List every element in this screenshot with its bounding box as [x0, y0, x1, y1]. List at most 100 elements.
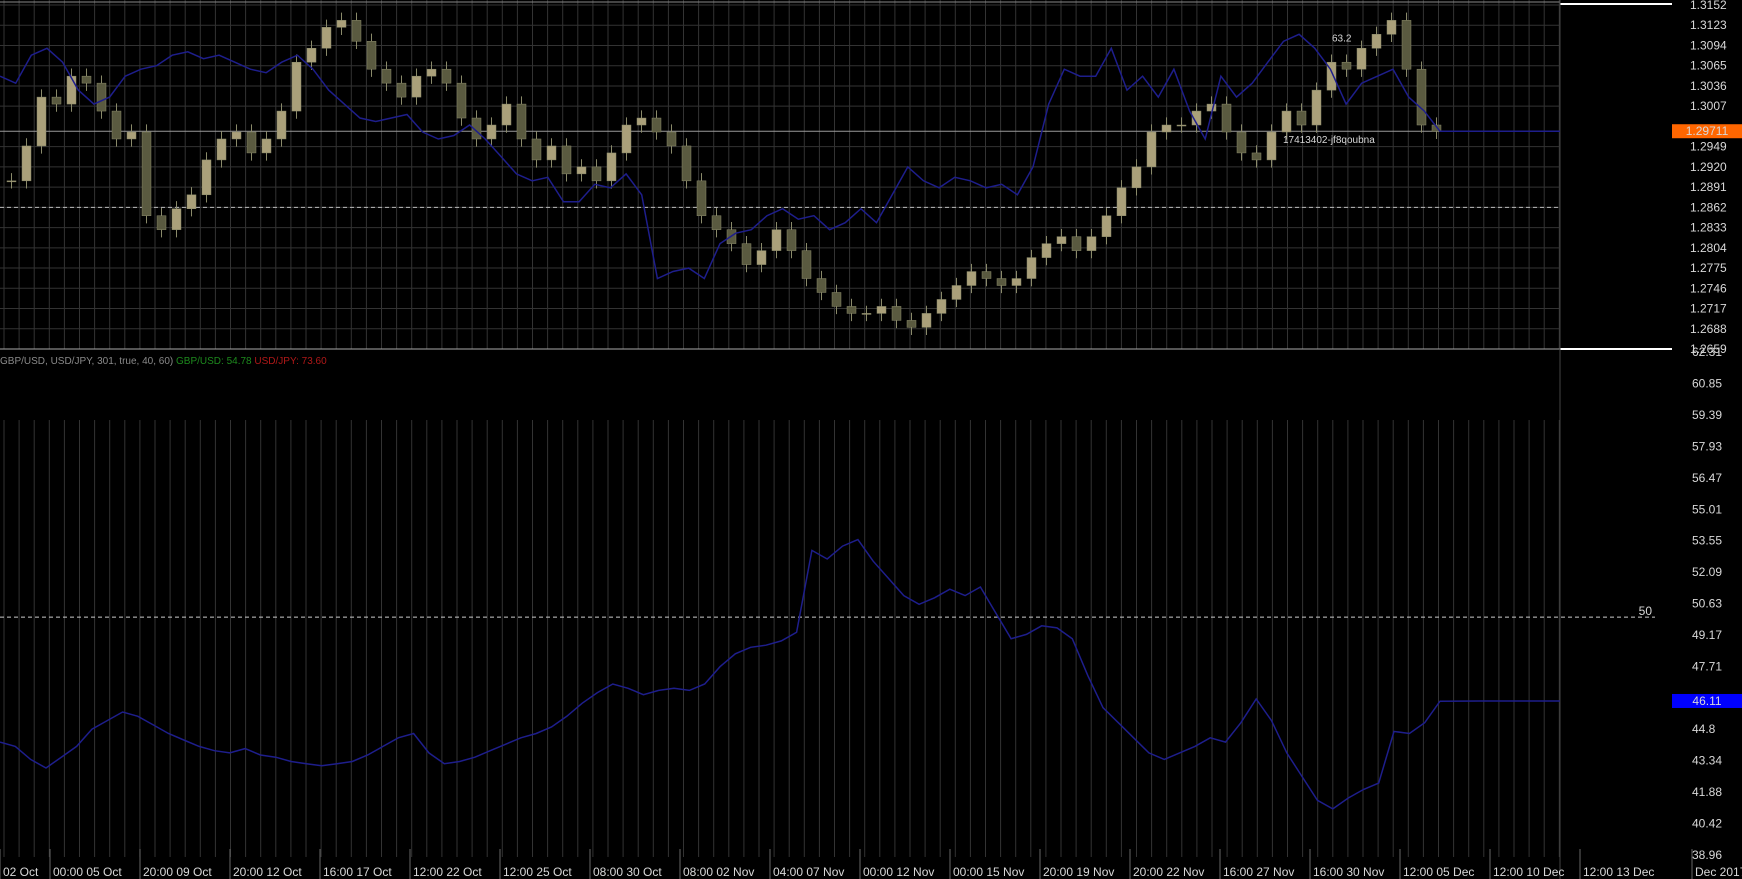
candle-body	[831, 292, 842, 307]
candle-body	[1311, 89, 1322, 126]
candle-body	[351, 20, 362, 42]
x-axis-tick-label: 04:00 07 Nov	[773, 865, 844, 879]
candle-body	[531, 138, 542, 161]
price-axis-tick: 1.2949	[1690, 140, 1727, 154]
candle-body	[426, 68, 437, 77]
candle-body	[381, 68, 392, 84]
candle-body	[246, 131, 257, 154]
candle-body	[876, 306, 887, 314]
indicator-axis-tick: 49.17	[1692, 628, 1722, 642]
candle-body	[546, 145, 557, 161]
price-axis-tick: 1.2891	[1690, 180, 1727, 194]
candle-body	[591, 166, 602, 182]
candle-body	[1281, 110, 1292, 133]
candle-body	[306, 48, 317, 63]
indicator-axis-tick: 53.55	[1692, 534, 1722, 548]
candle-body	[96, 82, 107, 112]
candle-body	[1386, 20, 1397, 35]
candle-body	[1086, 236, 1097, 251]
candle-body	[636, 117, 647, 126]
price-axis-tick: 1.2688	[1690, 322, 1727, 336]
price-axis-tick: 1.2746	[1690, 281, 1727, 295]
x-axis-tick-label: 00:00 12 Nov	[863, 865, 934, 879]
candle-body	[276, 110, 287, 140]
candle-body	[1176, 124, 1187, 127]
candle-body	[1131, 166, 1142, 189]
candle-body	[1371, 34, 1382, 49]
indicator-axis-tick: 38.96	[1692, 848, 1722, 862]
candle-body	[81, 75, 92, 84]
candle-body	[651, 117, 662, 133]
candle-body	[996, 278, 1007, 286]
chart-canvas[interactable]: 63.2 17413402-jf8qoubna 1.3152 1.3123 1.3094…	[0, 0, 1742, 879]
price-axis-tick: 1.3036	[1690, 79, 1727, 93]
indicator-axis-tick: 47.71	[1692, 660, 1722, 674]
candle-body	[516, 103, 527, 140]
candle-body	[171, 208, 182, 230]
price-axis-tick: 1.2717	[1690, 302, 1727, 316]
candle-body	[666, 131, 677, 147]
x-axis-tick-label: 12:00 05 Dec	[1403, 865, 1474, 879]
x-axis-tick-label: 12:00 22 Oct	[413, 865, 482, 879]
candle-body	[111, 110, 122, 140]
x-axis-tick-label: 20:00 12 Oct	[233, 865, 302, 879]
candle-body	[1251, 152, 1262, 161]
indicator-axis-tick: 52.09	[1692, 565, 1722, 579]
candle-body	[891, 306, 902, 321]
x-axis-tick-label: 08:00 02 Nov	[683, 865, 754, 879]
indicator-axis-tick: 59.39	[1692, 408, 1722, 422]
price-axis-tick: 1.3152	[1690, 0, 1727, 12]
candle-body	[1401, 20, 1412, 70]
candle-body	[1041, 243, 1052, 258]
current-indicator-label: 46.11	[1692, 694, 1721, 708]
annotation-63-2: 63.2	[1332, 33, 1352, 44]
candle-body	[21, 145, 32, 182]
candle-body	[816, 278, 827, 293]
indicator-axis-tick: 41.88	[1692, 785, 1722, 799]
indicator-series-line	[0, 538, 1560, 810]
candle-body	[36, 96, 47, 147]
candle-body	[771, 229, 782, 251]
x-axis-tick-label: Dec 2017	[1695, 865, 1742, 879]
price-axis-tick: 1.3007	[1690, 99, 1727, 113]
candle-body	[51, 96, 62, 105]
candle-body	[126, 131, 137, 140]
x-axis-tick-label: 12:00 25 Oct	[503, 865, 572, 879]
candle-body	[1341, 61, 1352, 70]
candle-body	[711, 215, 722, 230]
candle-body	[741, 243, 752, 265]
candle-body	[696, 180, 707, 216]
x-axis-tick-label: 16:00 30 Nov	[1313, 865, 1384, 879]
x-axis-tick-label: 00:00 15 Nov	[953, 865, 1024, 879]
indicator-legend: GBP/USD, USD/JPY, 301, true, 40, 60) GBP…	[0, 356, 327, 367]
x-axis-tick-label: 16:00 27 Nov	[1223, 865, 1294, 879]
candle-body	[1056, 236, 1067, 244]
legend-usdjpy: USD/JPY: 73.60	[254, 356, 327, 367]
candle-body	[501, 103, 512, 126]
indicator-axis-tick: 55.01	[1692, 502, 1722, 516]
candle-body	[141, 131, 152, 216]
candle-body	[756, 250, 767, 265]
candle-body	[1236, 131, 1247, 154]
trading-chart[interactable]: 63.2 17413402-jf8qoubna 1.3152 1.3123 1.3094…	[0, 0, 1742, 879]
candle-body	[921, 313, 932, 328]
candle-body	[861, 313, 872, 315]
candle-body	[936, 299, 947, 314]
price-axis-tick: 1.2804	[1690, 241, 1727, 255]
candle-body	[1221, 103, 1232, 133]
price-axis-tick: 1.2833	[1690, 221, 1727, 235]
candle-body	[1146, 131, 1157, 168]
x-axis-tick-label: 20:00 09 Oct	[143, 865, 212, 879]
legend-prefix: GBP/USD, USD/JPY, 301, true, 40, 60)	[0, 356, 174, 367]
candle-body	[561, 145, 572, 175]
candle-body	[846, 306, 857, 314]
price-axis-tick: 1.2775	[1690, 261, 1727, 275]
x-axis-tick-label: 08:00 30 Oct	[593, 865, 662, 879]
candle-body	[1101, 215, 1112, 237]
x-axis-tick-label: 16:00 17 Oct	[323, 865, 392, 879]
candle-body	[321, 27, 332, 49]
candle-body	[681, 145, 692, 182]
x-axis-tick-label: 00:00 05 Oct	[53, 865, 122, 879]
candle-body	[906, 320, 917, 328]
candle-body	[1026, 257, 1037, 279]
